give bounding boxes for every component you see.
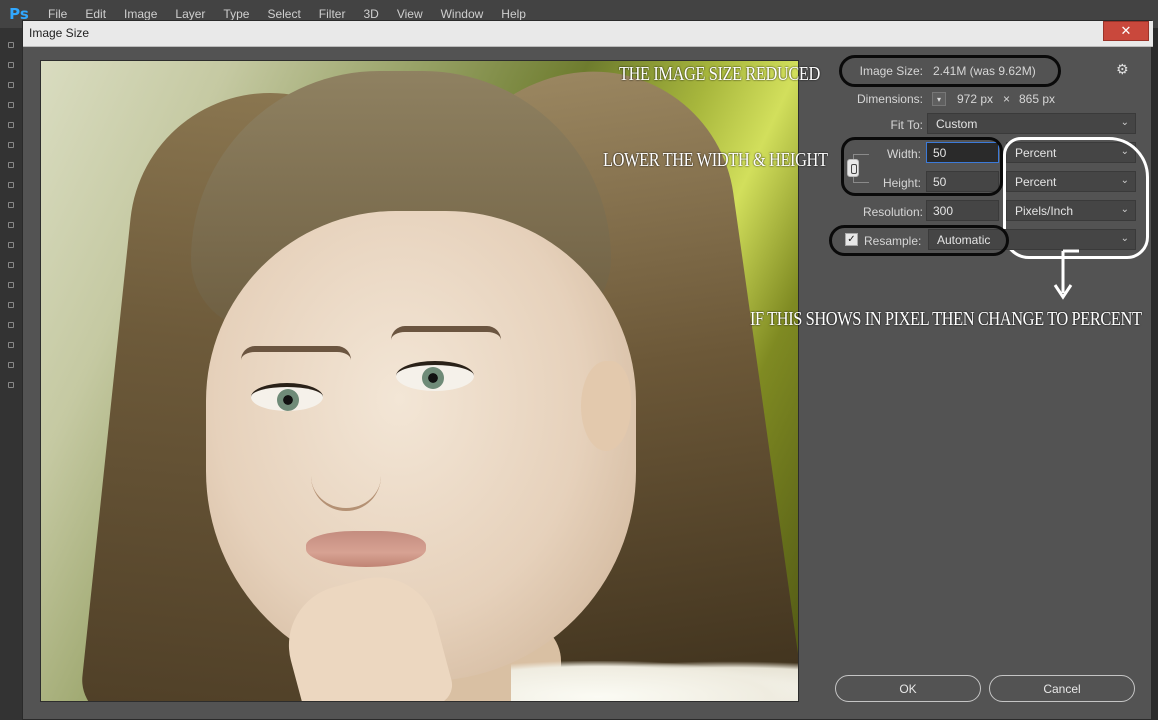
- dimensions-label: Dimensions:: [856, 92, 923, 106]
- marker-outline-image-size: [839, 55, 1061, 87]
- photo-nose: [311, 441, 381, 511]
- tool-icon[interactable]: [8, 322, 14, 328]
- fit-to-value: Custom: [936, 117, 978, 131]
- annotation-size-reduced: THE IMAGE SIZE REDUCED: [619, 63, 820, 85]
- tool-icon[interactable]: [8, 362, 14, 368]
- dimensions-height-value: 865 px: [1019, 92, 1056, 106]
- tool-icon[interactable]: [8, 282, 14, 288]
- tool-icon[interactable]: [8, 342, 14, 348]
- tool-icon[interactable]: [8, 262, 14, 268]
- resolution-unit-select[interactable]: Pixels/Inch ⌄: [1006, 200, 1136, 221]
- menu-window[interactable]: Window: [441, 7, 484, 21]
- dimensions-times: ×: [1003, 92, 1011, 106]
- photo-eye-right: [396, 361, 474, 391]
- marker-outline-resample: [829, 225, 1009, 256]
- tool-icon[interactable]: [8, 202, 14, 208]
- chevron-down-icon: ⌄: [1120, 117, 1129, 128]
- menu-select[interactable]: Select: [267, 7, 300, 21]
- resolution-input[interactable]: 300: [926, 200, 999, 221]
- tool-icon[interactable]: [8, 62, 14, 68]
- photo-brow-left: [241, 346, 351, 360]
- photo-brow-right: [391, 326, 501, 340]
- menu-items: File Edit Image Layer Type Select Filter…: [48, 7, 544, 21]
- chevron-down-icon: ▾: [936, 94, 941, 104]
- tool-icon[interactable]: [8, 382, 14, 388]
- dialog-title: Image Size: [29, 26, 90, 40]
- tool-icon[interactable]: [8, 42, 14, 48]
- close-icon: ✕: [1120, 23, 1132, 39]
- tool-icon[interactable]: [8, 82, 14, 88]
- tool-icon[interactable]: [8, 122, 14, 128]
- tool-icon[interactable]: [8, 222, 14, 228]
- menu-file[interactable]: File: [48, 7, 67, 21]
- annotation-lower-width-height: LOWER THE WIDTH & HEIGHT: [603, 149, 828, 171]
- resolution-label: Resolution:: [862, 205, 923, 219]
- menu-view[interactable]: View: [397, 7, 423, 21]
- menu-type[interactable]: Type: [223, 7, 249, 21]
- photo-eye-left: [251, 383, 323, 411]
- menu-layer[interactable]: Layer: [175, 7, 205, 21]
- annotation-arrow-icon: [1053, 249, 1079, 300]
- chevron-down-icon: ⌄: [1120, 233, 1129, 244]
- resolution-unit-value: Pixels/Inch: [1015, 204, 1074, 218]
- dimensions-unit-dropdown[interactable]: ▾: [932, 92, 946, 106]
- tool-icon[interactable]: [8, 142, 14, 148]
- tool-icon[interactable]: [8, 162, 14, 168]
- tool-icon[interactable]: [8, 302, 14, 308]
- fit-to-label: Fit To:: [890, 118, 923, 132]
- menu-3d[interactable]: 3D: [363, 7, 378, 21]
- dimensions-width-value: 972 px: [957, 92, 994, 106]
- photo-flower: [511, 661, 798, 701]
- photo-ear: [581, 361, 631, 451]
- tool-icon[interactable]: [8, 182, 14, 188]
- close-button[interactable]: ✕: [1103, 21, 1149, 41]
- marker-outline-width-height: [841, 137, 1003, 196]
- menu-filter[interactable]: Filter: [319, 7, 346, 21]
- annotation-pixel-to-percent: IF THIS SHOWS IN PIXEL THEN CHANGE TO PE…: [750, 308, 1142, 330]
- tool-icon[interactable]: [8, 102, 14, 108]
- menu-edit[interactable]: Edit: [85, 7, 106, 21]
- menu-image[interactable]: Image: [124, 7, 157, 21]
- dialog-titlebar[interactable]: Image Size ✕: [23, 21, 1153, 47]
- cancel-button[interactable]: Cancel: [989, 675, 1135, 702]
- app-root: Ps File Edit Image Layer Type Select Fil…: [0, 0, 1158, 720]
- photo-lips: [306, 531, 426, 567]
- settings-gear-icon[interactable]: ⚙: [1116, 62, 1129, 78]
- fit-to-select[interactable]: Custom ⌄: [927, 113, 1136, 134]
- tool-icon[interactable]: [8, 242, 14, 248]
- chevron-down-icon: ⌄: [1120, 204, 1129, 215]
- ok-button[interactable]: OK: [835, 675, 981, 702]
- image-size-dialog: Image Size ✕ THE IMAGE SIZE REDUCED LOWE…: [22, 20, 1153, 720]
- tool-strip: [0, 28, 22, 720]
- menu-help[interactable]: Help: [501, 7, 526, 21]
